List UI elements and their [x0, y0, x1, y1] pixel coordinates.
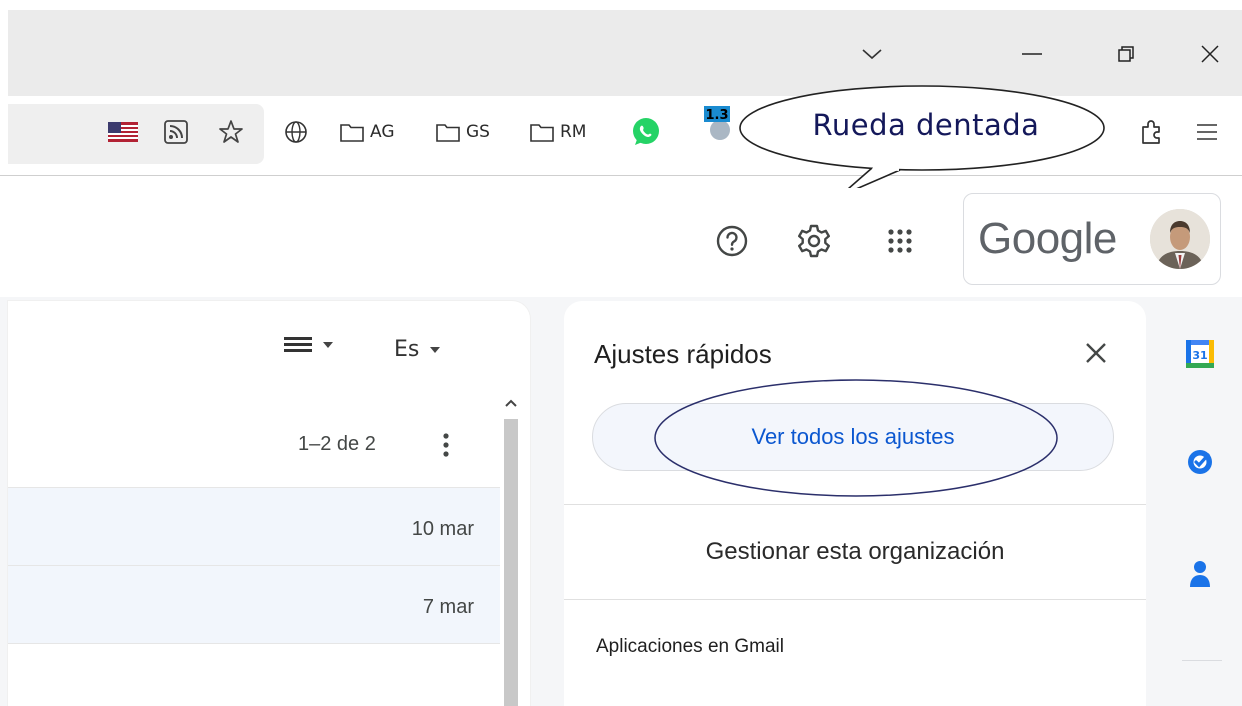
extension-badge-text: 1.3 [705, 108, 728, 123]
chevron-down-icon[interactable] [852, 34, 892, 74]
close-icon[interactable] [1078, 335, 1114, 371]
bookmark-gs[interactable]: GS [436, 116, 490, 148]
gmail-header: Google [0, 177, 1242, 297]
folder-icon [340, 124, 364, 142]
restore-icon[interactable] [1106, 34, 1146, 74]
scroll-up-arrow[interactable] [501, 395, 521, 415]
mail-date: 7 mar [422, 596, 474, 618]
list-density-icon [284, 337, 312, 352]
caret-down-icon [323, 342, 333, 348]
density-toggle[interactable] [284, 337, 334, 353]
quick-settings-title: Ajustes rápidos [594, 339, 772, 369]
bookmark-label: GS [466, 122, 490, 142]
browser-menu-icon[interactable] [1196, 116, 1218, 148]
apps-grid-icon[interactable] [876, 217, 924, 265]
browser-titlebar [0, 0, 1242, 96]
pagination-label: 1–2 de 2 [298, 433, 376, 455]
input-tools-toggle[interactable]: Es [394, 337, 441, 362]
caret-down-icon [430, 346, 441, 353]
extensions-puzzle-icon[interactable] [1140, 116, 1166, 148]
apps-section-title: Aplicaciones en Gmail [596, 636, 784, 657]
table-row[interactable]: 7 mar [8, 565, 500, 643]
folder-icon [530, 124, 554, 142]
bookmark-label: RM [560, 122, 587, 142]
bookmark-label: AG [370, 122, 395, 142]
extension-badge-icon[interactable]: 1.3 [702, 106, 738, 140]
help-icon[interactable] [708, 217, 756, 265]
bookmark-ag[interactable]: AG [340, 116, 395, 148]
tasks-icon[interactable] [1182, 444, 1218, 480]
folder-icon [436, 124, 460, 142]
us-flag-icon[interactable] [108, 116, 138, 148]
contacts-icon[interactable] [1182, 556, 1218, 592]
table-row[interactable]: 10 mar [8, 487, 500, 565]
scrollbar[interactable] [504, 419, 518, 706]
titlebar-background [8, 10, 1242, 96]
bookmark-rm[interactable]: RM [530, 116, 586, 148]
gear-icon[interactable] [790, 217, 838, 265]
divider [1182, 660, 1222, 661]
more-options-icon[interactable] [436, 429, 456, 461]
avatar[interactable] [1150, 209, 1210, 269]
mail-list-panel: Es 1–2 de 2 10 mar 7 mar [8, 301, 530, 706]
divider [564, 599, 1146, 600]
account-switcher[interactable]: Google [963, 193, 1221, 285]
calendar-icon[interactable]: 31 [1182, 336, 1218, 372]
bookmark-star-icon[interactable] [218, 116, 244, 148]
close-icon[interactable] [1190, 34, 1230, 74]
callout-text: Rueda dentada [812, 108, 1040, 142]
google-logo: Google [978, 214, 1117, 263]
input-tools-label: Es [394, 337, 420, 362]
globe-icon[interactable] [284, 116, 308, 148]
rss-feed-icon[interactable] [164, 116, 188, 148]
whatsapp-icon[interactable] [630, 116, 662, 148]
quick-settings-panel: Ajustes rápidos Ver todos los ajustes Ge… [564, 301, 1146, 706]
manage-organization-button[interactable]: Gestionar esta organización [564, 505, 1146, 599]
see-all-settings-button[interactable]: Ver todos los ajustes [592, 403, 1114, 471]
mail-date: 10 mar [411, 518, 474, 540]
row-divider [8, 643, 500, 644]
calendar-day: 31 [1192, 349, 1207, 362]
minimize-icon[interactable] [1012, 34, 1052, 74]
